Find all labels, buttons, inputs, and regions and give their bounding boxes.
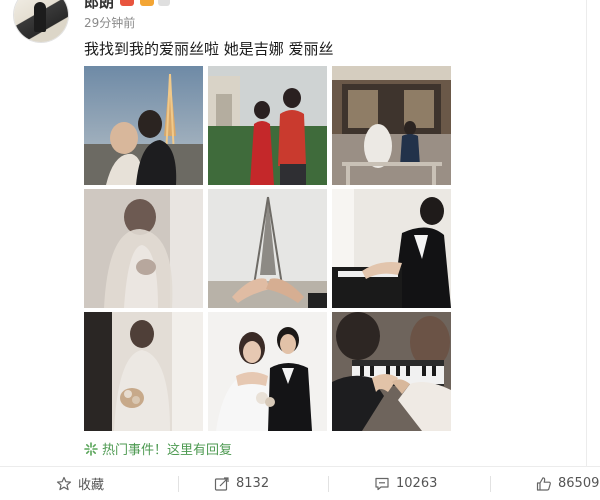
right-divider [586,0,587,466]
comment-count: 10263 [396,476,438,491]
repost-icon [214,476,229,491]
photo-couple-at-cafe[interactable] [332,66,451,185]
star-icon [56,476,72,490]
photo-couple-red-qipao[interactable] [208,66,327,185]
repost-count: 8132 [236,476,270,491]
photo-bride-veil[interactable] [84,189,203,308]
action-separator [490,476,491,492]
photo-grid [84,66,451,431]
photo-couple-kissing-eiffel[interactable] [84,66,203,185]
photo-couple-portrait[interactable] [208,312,327,431]
photo-holding-hands-eiffel[interactable] [208,189,327,308]
post-text: 我找到我的爱丽丝啦 她是吉娜 爱丽丝 [84,40,334,58]
sparkle-icon [84,441,98,456]
hot-topic-link[interactable]: 热门事件！这里有回复 [84,439,232,458]
verified-badge-icon [120,0,134,6]
action-bar: 收藏 8132 10263 86509 [0,467,600,500]
action-separator [328,476,329,492]
repost-button[interactable]: 8132 [214,467,269,500]
username[interactable]: 郎朗 [84,0,114,12]
thumbs-up-icon [536,476,551,491]
post-timestamp[interactable]: 29分钟前 [84,14,135,31]
favorite-button[interactable]: 收藏 [56,467,104,500]
action-separator [178,476,179,492]
vip-badge-icon [140,0,154,6]
photo-groom-playing-piano[interactable] [332,189,451,308]
level-badge-icon [158,0,170,6]
favorite-label: 收藏 [78,478,105,493]
photo-couple-doorway[interactable] [84,312,203,431]
photo-hands-on-piano[interactable] [332,312,451,431]
avatar[interactable] [14,0,68,42]
like-count: 86509 [558,476,600,491]
like-button[interactable]: 86509 [536,467,599,500]
comment-button[interactable]: 10263 [374,467,437,500]
hot-topic-text: 热门事件！这里有回复 [102,443,233,458]
comment-icon [375,477,389,490]
